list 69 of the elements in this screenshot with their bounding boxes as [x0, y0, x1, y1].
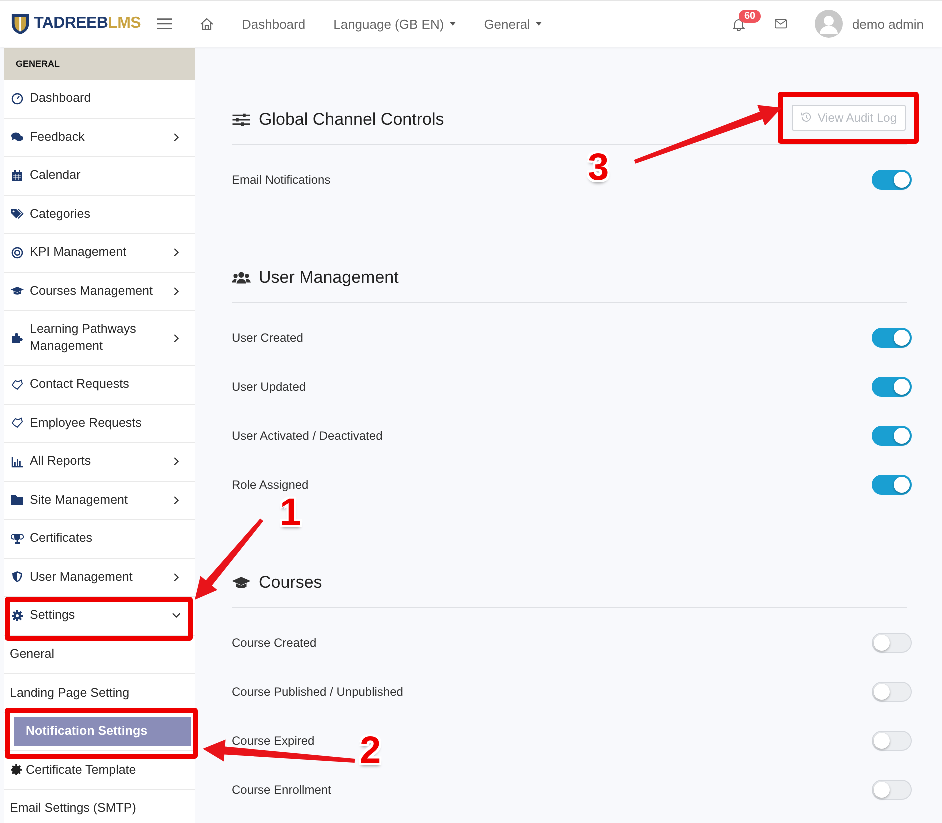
sidebar-item[interactable]: Calendar — [4, 157, 195, 196]
nav-link[interactable]: General — [484, 16, 542, 32]
callout-number: 2 — [360, 730, 382, 773]
section-title: Global Channel Controls — [259, 110, 446, 130]
users-icon — [232, 270, 251, 284]
setting-label: User Activated / Deactivated — [232, 428, 383, 442]
user-name[interactable]: demo admin — [852, 16, 924, 32]
seal-icon — [10, 764, 23, 776]
setting-label: Email Notifications — [232, 172, 331, 186]
toggle-switch[interactable] — [872, 328, 912, 348]
submenu-item[interactable]: Landing Page Setting — [4, 674, 195, 712]
bar-chart-icon — [11, 456, 24, 468]
setting-label: Course Expired — [232, 734, 315, 748]
sidebar-item[interactable]: Dashboard — [4, 80, 195, 118]
nav-link[interactable]: Language (GB EN) — [334, 16, 456, 32]
sliders-icon — [232, 112, 251, 126]
setting-label: Course Published / Unpublished — [232, 684, 404, 698]
sidebar-item[interactable]: Certificates — [4, 520, 195, 558]
home-icon[interactable] — [200, 18, 214, 30]
toggle-switch[interactable] — [872, 170, 912, 190]
trophy-icon — [11, 532, 24, 545]
menu-icon[interactable] — [157, 18, 172, 30]
caret-icon — [450, 22, 456, 26]
shield-icon — [11, 571, 24, 584]
calendar-icon — [11, 170, 24, 182]
section-title: Courses — [259, 572, 324, 592]
sidebar-item[interactable]: User Management — [4, 558, 195, 597]
setting-label: Course Enrollment — [232, 782, 332, 796]
sidebar-item[interactable]: Learning Pathways Management — [4, 311, 195, 366]
toggle-switch[interactable] — [872, 376, 912, 396]
callout-number: 3 — [588, 147, 610, 190]
mail-icon[interactable] — [775, 19, 788, 29]
sidebar-item[interactable]: Settings — [4, 597, 195, 636]
toggle-switch[interactable] — [872, 474, 912, 494]
brand-name[interactable]: TADREEBLMS — [34, 15, 141, 33]
caret-icon — [536, 22, 542, 26]
submenu-item[interactable]: Email Settings (SMTP) — [4, 790, 195, 823]
shield-logo-icon — [11, 12, 30, 36]
history-icon — [800, 112, 812, 123]
settings-icon — [11, 610, 24, 622]
setting-label: User Updated — [232, 380, 306, 394]
graduation-cap-icon — [232, 576, 251, 590]
setting-label: Role Assigned — [232, 478, 309, 492]
folder-icon — [11, 494, 24, 506]
graduation-cap-icon — [11, 285, 24, 298]
sidebar-item[interactable]: Categories — [4, 196, 195, 234]
setting-label: Course Created — [232, 636, 317, 650]
sidebar-section-header: GENERAL — [4, 48, 195, 80]
sidebar-item[interactable]: All Reports — [4, 443, 195, 482]
sidebar-item[interactable]: Courses Management — [4, 272, 195, 311]
notification-count: 60 — [739, 10, 761, 22]
puzzle-icon — [11, 332, 24, 344]
setting-label: User Created — [232, 330, 304, 344]
callout-number: 1 — [280, 492, 302, 535]
sidebar-item[interactable]: KPI Management — [4, 234, 195, 272]
gauge-icon — [11, 92, 24, 105]
submenu-item[interactable]: General — [4, 636, 195, 673]
toggle-switch[interactable] — [872, 426, 912, 446]
sidebar-item[interactable]: Feedback — [4, 118, 195, 157]
comments-icon — [11, 131, 24, 144]
sidebar-item[interactable]: Contact Requests — [4, 366, 195, 404]
nav-link[interactable]: Dashboard — [242, 16, 306, 32]
submenu-item[interactable]: Certificate Template — [4, 751, 195, 788]
bell-icon[interactable] — [733, 18, 746, 30]
target-icon — [11, 246, 24, 259]
tags-icon — [11, 208, 24, 220]
section-title: User Management — [259, 268, 400, 288]
sidebar-item[interactable]: Employee Requests — [4, 404, 195, 443]
sidebar-item[interactable]: Site Management — [4, 482, 195, 520]
